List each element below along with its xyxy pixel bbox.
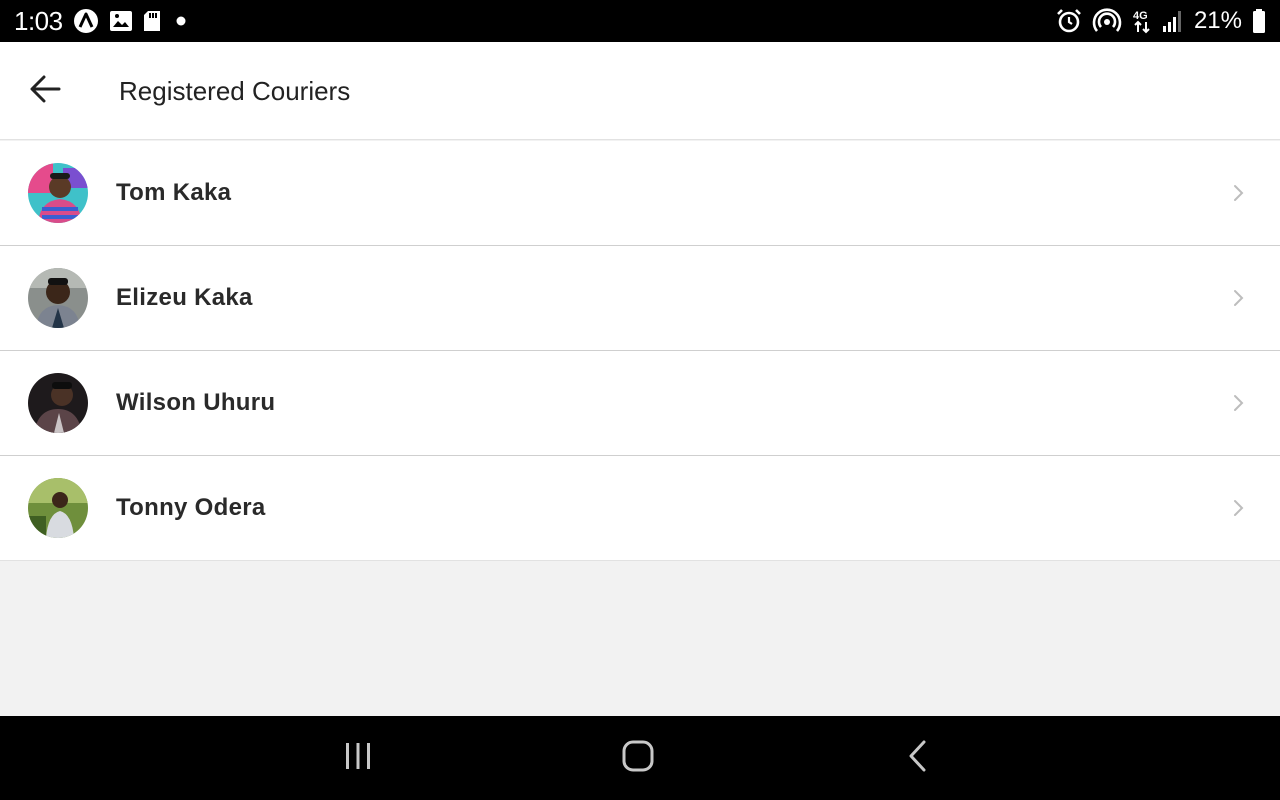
alarm-icon (1056, 8, 1082, 34)
chevron-right-icon (1230, 290, 1246, 306)
network-label: 4G (1133, 10, 1148, 22)
chevron-right-icon (1230, 395, 1246, 411)
signal-icon (1162, 9, 1184, 33)
avatar (28, 478, 88, 538)
recents-icon (342, 740, 374, 777)
courier-name: Elizeu Kaka (116, 284, 253, 311)
courier-list-item[interactable]: Tom Kaka (0, 141, 1280, 246)
status-bar-left: 1:03 (14, 6, 191, 37)
a-logo-icon (73, 8, 99, 34)
back-button[interactable] (22, 68, 68, 114)
courier-list-item[interactable]: Tonny Odera (0, 456, 1280, 561)
recents-button[interactable] (336, 738, 380, 778)
hotspot-icon (1092, 8, 1122, 34)
home-icon (621, 739, 655, 778)
chevron-right-icon (1230, 500, 1246, 516)
battery-icon (1252, 8, 1266, 34)
page-title: Registered Couriers (119, 76, 351, 106)
network-4g-icon: 4G (1132, 8, 1152, 34)
image-icon (109, 10, 133, 32)
sd-card-icon (143, 10, 161, 32)
avatar (28, 163, 88, 223)
back-icon (906, 739, 930, 778)
avatar (28, 373, 88, 433)
system-back-button[interactable] (896, 738, 940, 778)
courier-name: Tom Kaka (116, 179, 232, 206)
courier-list-item[interactable]: Wilson Uhuru (0, 351, 1280, 456)
status-bar-right: 4G 21% (1056, 7, 1266, 35)
courier-list: Tom Kaka Elizeu Kaka Wilson Uhuru Tonny … (0, 141, 1280, 561)
status-time: 1:03 (14, 5, 63, 36)
dot-icon (171, 11, 191, 31)
courier-name: Tonny Odera (116, 494, 266, 521)
home-button[interactable] (616, 738, 660, 778)
avatar (28, 268, 88, 328)
app-bar: Registered Couriers (0, 42, 1280, 140)
system-nav-bar (0, 716, 1280, 800)
courier-name: Wilson Uhuru (116, 389, 276, 416)
status-bar: 1:03 4G 21% (0, 0, 1280, 42)
arrow-left-icon (29, 75, 61, 108)
chevron-right-icon (1230, 185, 1246, 201)
courier-list-item[interactable]: Elizeu Kaka (0, 246, 1280, 351)
battery-percent: 21% (1193, 7, 1242, 34)
